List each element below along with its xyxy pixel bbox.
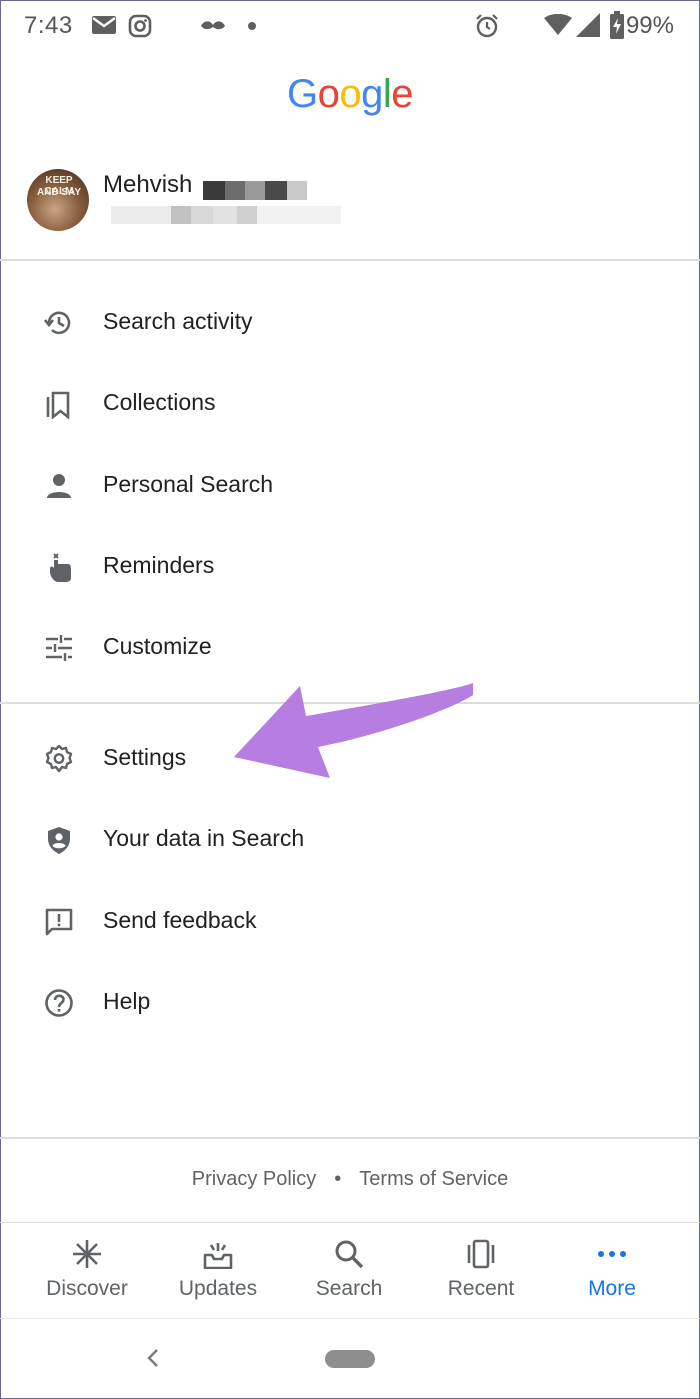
- avatar-text: AND SAY: [36, 187, 82, 198]
- footer-links: Privacy Policy • Terms of Service: [0, 1168, 700, 1191]
- dot-icon: [248, 22, 256, 30]
- menu-item-help[interactable]: Help: [0, 968, 700, 1038]
- google-logo: Google: [0, 72, 700, 117]
- logo-letter: o: [317, 72, 340, 116]
- gmail-icon: [92, 16, 116, 34]
- alarm-icon: [476, 14, 498, 38]
- privacy-policy-link[interactable]: Privacy Policy: [192, 1168, 316, 1190]
- bookmarks-icon: [46, 391, 70, 419]
- nav-label: Discover: [46, 1277, 128, 1300]
- battery-percent: 99%: [625, 12, 674, 39]
- menu-item-label: Send feedback: [103, 907, 257, 933]
- divider: [0, 1137, 700, 1139]
- avatar[interactable]: KEEP CALM AND SAY: [27, 169, 89, 231]
- wifi-icon: [544, 14, 572, 35]
- back-chevron-icon[interactable]: [138, 1343, 168, 1373]
- search-icon: [335, 1240, 364, 1269]
- menu-item-label: Personal Search: [103, 471, 274, 497]
- nav-label: Search: [315, 1277, 383, 1300]
- history-icon: [44, 311, 71, 335]
- menu-item-send-feedback[interactable]: Send feedback: [0, 887, 700, 957]
- menu-item-label: Collections: [103, 389, 216, 415]
- logo-letter: e: [391, 72, 413, 116]
- menu-item-label: Reminders: [103, 552, 215, 578]
- nav-label: Recent: [447, 1277, 515, 1300]
- menu-item-label: Search activity: [103, 308, 253, 334]
- help-icon: [45, 989, 73, 1017]
- nav-label: More: [588, 1277, 636, 1300]
- signal-icon: [576, 13, 600, 37]
- bottom-navigation: Discover Updates Search Recent More: [0, 1222, 700, 1317]
- menu-item-personal-search[interactable]: Personal Search: [0, 451, 700, 521]
- divider: [0, 702, 700, 704]
- sliders-icon: [46, 635, 72, 661]
- menu-item-search-activity[interactable]: Search activity: [0, 288, 700, 358]
- feedback-icon: [45, 908, 73, 936]
- status-time: 7:43: [24, 12, 73, 39]
- nav-recent[interactable]: Recent: [416, 1223, 546, 1317]
- divider: [0, 259, 700, 261]
- nav-updates[interactable]: Updates: [153, 1223, 283, 1317]
- menu-item-label: Your data in Search: [103, 825, 305, 851]
- logo-letter: g: [361, 72, 383, 116]
- logo-letter: l: [382, 72, 392, 116]
- menu-item-label: Settings: [103, 744, 187, 770]
- menu-item-settings[interactable]: Settings: [0, 724, 700, 794]
- updates-tray-icon: [203, 1243, 233, 1269]
- footer-separator: •: [334, 1168, 342, 1190]
- terms-of-service-link[interactable]: Terms of Service: [359, 1168, 508, 1190]
- logo-letter: G: [286, 72, 318, 116]
- nav-discover[interactable]: Discover: [22, 1223, 152, 1317]
- person-icon: [47, 474, 71, 498]
- status-bar: 7:43 99%: [0, 0, 700, 52]
- menu-item-label: Customize: [103, 633, 212, 659]
- mustache-icon: [201, 21, 225, 30]
- logo-letter: o: [339, 72, 362, 116]
- nav-search[interactable]: Search: [284, 1223, 414, 1317]
- reminder-finger-icon: [50, 553, 71, 582]
- recent-cards-icon: [467, 1239, 495, 1269]
- account-name: Mehvish: [103, 171, 193, 198]
- gear-icon: [45, 744, 73, 773]
- battery-charging-icon: [610, 11, 624, 39]
- menu-item-reminders[interactable]: Reminders: [0, 532, 700, 602]
- nav-label: Updates: [178, 1277, 258, 1300]
- nav-more[interactable]: More: [547, 1223, 677, 1317]
- asterisk-icon: [73, 1240, 101, 1268]
- system-navigation-bar: [0, 1318, 700, 1397]
- shield-person-icon: [48, 827, 70, 854]
- instagram-icon: [128, 14, 152, 38]
- more-dots-icon: [598, 1251, 626, 1257]
- menu-item-collections[interactable]: Collections: [0, 369, 700, 439]
- menu-item-your-data[interactable]: Your data in Search: [0, 805, 700, 875]
- home-pill-button[interactable]: [325, 1350, 375, 1368]
- menu-item-customize[interactable]: Customize: [0, 613, 700, 683]
- menu-item-label: Help: [103, 988, 151, 1014]
